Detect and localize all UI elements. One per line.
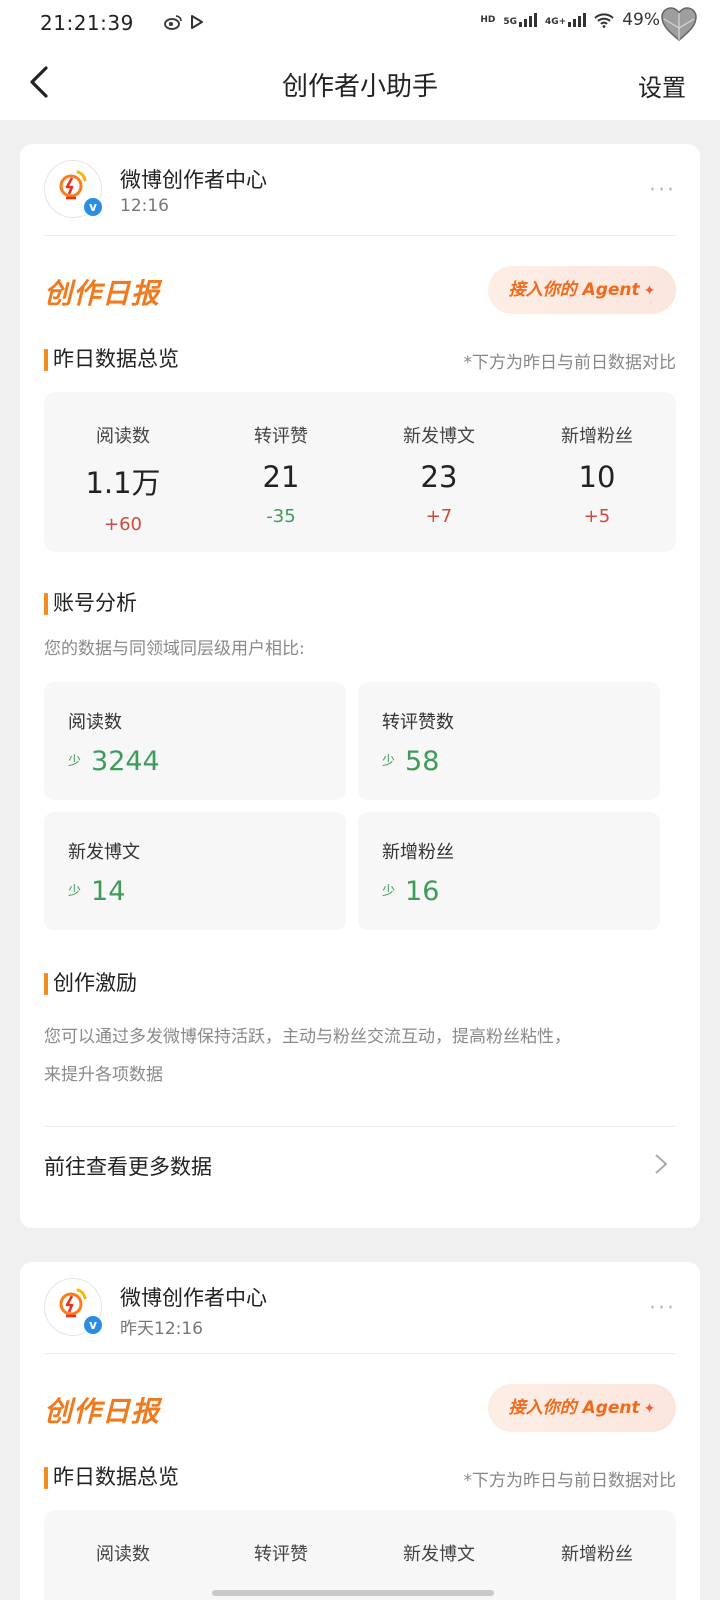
incentive-description: 您可以通过多发微博保持活跃，主动与粉丝交流互动，提高粉丝粘性， 来提升各项数据: [44, 1027, 571, 1085]
status-time: 21:21:39: [40, 11, 134, 35]
notification-icons: [163, 13, 205, 31]
analysis-new-followers[interactable]: 新增粉丝 少 16: [358, 812, 660, 930]
settings-button[interactable]: 设置: [638, 68, 686, 103]
card-header: v 微博创作者中心 12:16 ···: [44, 144, 676, 236]
stat-reads[interactable]: 阅读数: [44, 1510, 202, 1600]
page-title: 创作者小助手: [281, 72, 438, 102]
video-icon: [191, 15, 203, 29]
avatar[interactable]: v: [44, 160, 104, 218]
analysis-engagement[interactable]: 转评赞数 少 58: [358, 682, 660, 800]
status-right: HD 5G 4G+ 49%: [480, 10, 660, 30]
analysis-new-posts[interactable]: 新发博文 少 14: [44, 812, 346, 930]
chevron-right-icon: [655, 1154, 668, 1174]
message-time: 12:16: [120, 196, 169, 216]
source-name: 微博创作者中心: [120, 168, 267, 192]
analysis-section: 账号分析 您的数据与同领域同层级用户相比: 阅读数 少 3244 转评赞数 少 58…: [44, 590, 676, 930]
verified-badge-icon: v: [82, 1314, 104, 1336]
analysis-reads[interactable]: 阅读数 少 3244: [44, 682, 346, 800]
stat-new-posts[interactable]: 新发博文 23 +7: [360, 392, 518, 552]
incentive-section: 创作激励 您可以通过多发微博保持活跃，主动与粉丝交流互动，提高粉丝粘性， 来提升…: [44, 970, 676, 1094]
heart-battery-icon: [661, 7, 697, 41]
sparkle-icon: ✦: [643, 1401, 656, 1417]
stat-engagement[interactable]: 转评赞: [202, 1510, 360, 1600]
weibo-icon: [164, 15, 182, 30]
overview-section: 昨日数据总览 *下方为昨日与前日数据对比 阅读数 转评赞 新发博文 新增粉丝: [44, 1464, 676, 1600]
more-options-icon[interactable]: ···: [649, 178, 676, 203]
overview-stats: 阅读数 1.1万 +60 转评赞 21 -35 新发博文 23 +7 新增粉丝 …: [44, 392, 676, 552]
report-header: 创作日报 接入你的 Agent ✦: [44, 1354, 676, 1464]
stat-new-followers[interactable]: 新增粉丝: [518, 1510, 676, 1600]
section-title: 创作激励: [44, 970, 676, 996]
daily-report-card: v 微博创作者中心 12:16 ··· 创作日报 接入你的 Agent ✦ 昨日数…: [20, 144, 700, 1228]
stat-reads[interactable]: 阅读数 1.1万 +60: [44, 392, 202, 552]
overview-stats: 阅读数 转评赞 新发博文 新增粉丝: [44, 1510, 676, 1600]
view-more-data-link[interactable]: 前往查看更多数据: [44, 1126, 676, 1202]
report-header: 创作日报 接入你的 Agent ✦: [44, 236, 676, 346]
hd-icon: HD: [480, 14, 496, 25]
stat-new-followers[interactable]: 新增粉丝 10 +5: [518, 392, 676, 552]
wifi-icon: [594, 13, 614, 28]
comparison-note: *下方为昨日与前日数据对比: [463, 1471, 677, 1491]
daily-report-card: v 微博创作者中心 昨天12:16 ··· 创作日报 接入你的 Agent ✦ 昨…: [20, 1262, 700, 1600]
signal-5g-icon: 5G: [503, 13, 537, 27]
report-title: 创作日报: [44, 1395, 161, 1428]
battery-level: 49%: [622, 10, 660, 30]
signal-4g-icon: 4G+: [545, 13, 587, 27]
sparkle-icon: ✦: [643, 283, 656, 299]
connect-agent-button[interactable]: 接入你的 Agent ✦: [488, 266, 676, 314]
connect-agent-button[interactable]: 接入你的 Agent ✦: [488, 1384, 676, 1432]
avatar[interactable]: v: [44, 1278, 104, 1336]
comparison-note: *下方为昨日与前日数据对比: [463, 353, 677, 373]
status-bar: 21:21:39 HD 5G 4G+ 49%: [0, 0, 720, 48]
source-name: 微博创作者中心: [120, 1286, 267, 1310]
stat-engagement[interactable]: 转评赞 21 -35: [202, 392, 360, 552]
verified-badge-icon: v: [82, 196, 104, 218]
home-indicator[interactable]: [212, 1590, 494, 1596]
card-header: v 微博创作者中心 昨天12:16 ···: [44, 1262, 676, 1354]
message-time: 昨天12:16: [120, 1319, 203, 1339]
report-title: 创作日报: [44, 277, 161, 310]
analysis-description: 您的数据与同领域同层级用户相比:: [44, 639, 305, 659]
analysis-grid: 阅读数 少 3244 转评赞数 少 58 新发博文 少 14 新增粉丝 少 16: [44, 682, 676, 930]
section-title: 账号分析: [44, 590, 676, 616]
navigation-bar: 创作者小助手 设置: [0, 48, 720, 120]
stat-new-posts[interactable]: 新发博文: [360, 1510, 518, 1600]
overview-section: 昨日数据总览 *下方为昨日与前日数据对比 阅读数 1.1万 +60 转评赞 21…: [44, 346, 676, 552]
more-options-icon[interactable]: ···: [649, 1296, 676, 1321]
